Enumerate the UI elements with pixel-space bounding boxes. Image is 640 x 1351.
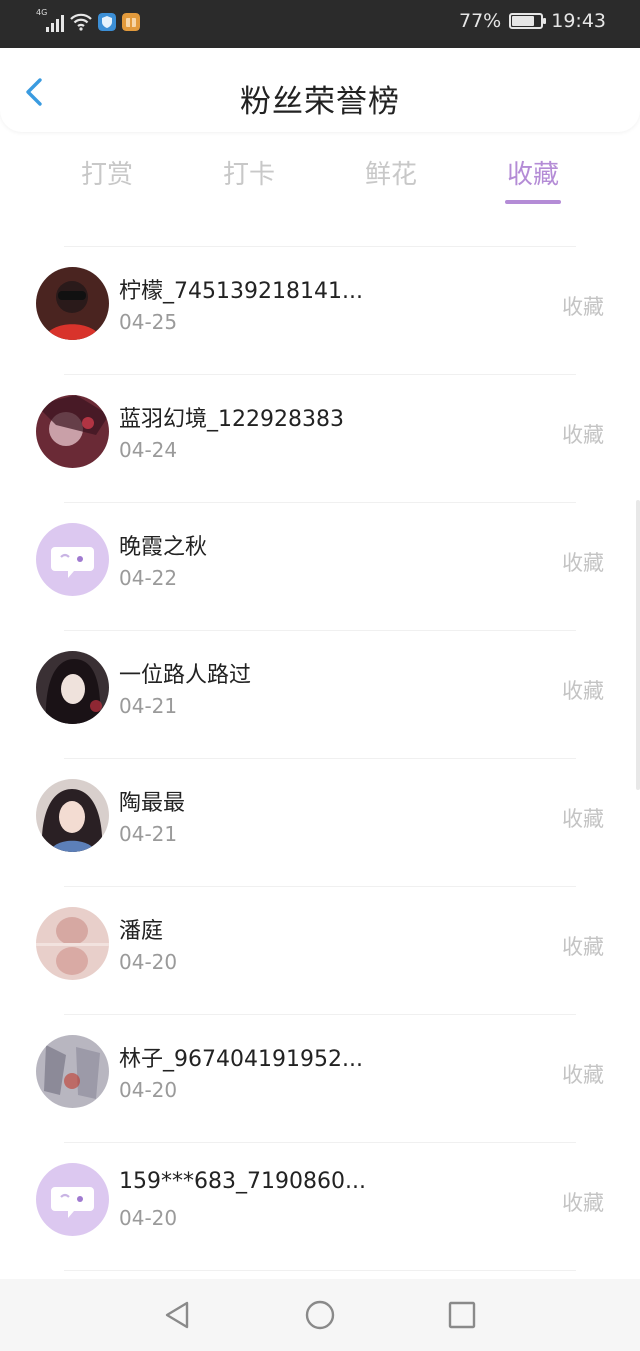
box-app-icon <box>122 13 140 31</box>
list-item[interactable]: 陶最最 04-21 收藏 <box>0 759 640 887</box>
fan-date: 04-20 <box>119 1206 178 1230</box>
fan-name: 柠檬_745139218141... <box>119 279 363 304</box>
clock: 19:43 <box>551 10 606 32</box>
fan-action-label: 收藏 <box>562 295 604 319</box>
list-item[interactable]: 159***683_7190860... 04-20 收藏 <box>0 1143 640 1271</box>
fan-name: 林子_967404191952... <box>119 1047 363 1072</box>
fan-name: 晚霞之秋 <box>119 535 208 560</box>
fan-date: 04-20 <box>119 1078 178 1102</box>
default-chat-icon <box>36 523 109 596</box>
fan-date: 04-25 <box>119 310 178 334</box>
status-bar: 4G 77% 19:43 <box>0 0 640 48</box>
avatar <box>36 395 109 468</box>
page-title: 粉丝荣誉榜 <box>240 84 400 120</box>
battery-percent: 77% <box>459 10 502 32</box>
avatar <box>36 651 109 724</box>
tab-checkin[interactable]: 打卡 <box>178 132 320 226</box>
fan-action-label: 收藏 <box>562 423 604 447</box>
fan-date: 04-24 <box>119 438 178 462</box>
network-label: 4G <box>36 8 48 17</box>
default-chat-icon <box>36 1163 109 1236</box>
battery-icon <box>509 13 547 29</box>
home-circle-icon[interactable] <box>300 1295 340 1335</box>
tab-bar: 打赏 打卡 鲜花 收藏 <box>36 132 604 226</box>
list-item[interactable]: 一位路人路过 04-21 收藏 <box>0 631 640 759</box>
shield-app-icon <box>98 13 116 31</box>
fan-date: 04-20 <box>119 950 178 974</box>
tab-flowers[interactable]: 鲜花 <box>320 132 462 226</box>
avatar <box>36 1035 109 1108</box>
scrollbar[interactable] <box>636 500 640 790</box>
default-avatar <box>36 523 109 596</box>
row-separator <box>64 1270 576 1271</box>
fan-name: 蓝羽幻境_122928383 <box>119 407 344 432</box>
fan-name: 潘庭 <box>119 919 164 944</box>
list-item[interactable]: 晚霞之秋 04-22 收藏 <box>0 503 640 631</box>
fan-action-label: 收藏 <box>562 935 604 959</box>
fan-list: 柠檬_745139218141... 04-25 收藏 蓝羽幻境_1229283… <box>0 226 640 1271</box>
fan-action-label: 收藏 <box>562 1063 604 1087</box>
fan-date: 04-21 <box>119 822 178 846</box>
list-item[interactable]: 林子_967404191952... 04-20 收藏 <box>0 1015 640 1143</box>
wifi-icon <box>70 13 92 31</box>
tab-favorites[interactable]: 收藏 <box>462 132 604 226</box>
fan-name: 陶最最 <box>119 791 186 816</box>
fan-name: 159***683_7190860... <box>119 1169 366 1194</box>
recents-square-icon[interactable] <box>442 1295 482 1335</box>
back-triangle-icon[interactable] <box>158 1295 198 1335</box>
fan-action-label: 收藏 <box>562 807 604 831</box>
fan-action-label: 收藏 <box>562 551 604 575</box>
signal-icon: 4G <box>36 8 64 32</box>
list-item[interactable]: 柠檬_745139218141... 04-25 收藏 <box>0 247 640 375</box>
status-left: 4G <box>36 8 140 32</box>
fan-action-label: 收藏 <box>562 1191 604 1215</box>
avatar <box>36 267 109 340</box>
tab-reward[interactable]: 打赏 <box>36 132 178 226</box>
battery-fill <box>512 16 534 26</box>
header: 粉丝荣誉榜 <box>0 48 640 132</box>
avatar <box>36 907 109 980</box>
status-right: 77% 19:43 <box>459 10 606 32</box>
list-item[interactable]: 蓝羽幻境_122928383 04-24 收藏 <box>0 375 640 503</box>
fan-action-label: 收藏 <box>562 679 604 703</box>
default-avatar <box>36 1163 109 1236</box>
fan-date: 04-22 <box>119 566 178 590</box>
avatar <box>36 779 109 852</box>
fan-name: 一位路人路过 <box>119 663 252 688</box>
list-item[interactable]: 潘庭 04-20 收藏 <box>0 887 640 1015</box>
fan-date: 04-21 <box>119 694 178 718</box>
system-nav-bar <box>0 1279 640 1351</box>
